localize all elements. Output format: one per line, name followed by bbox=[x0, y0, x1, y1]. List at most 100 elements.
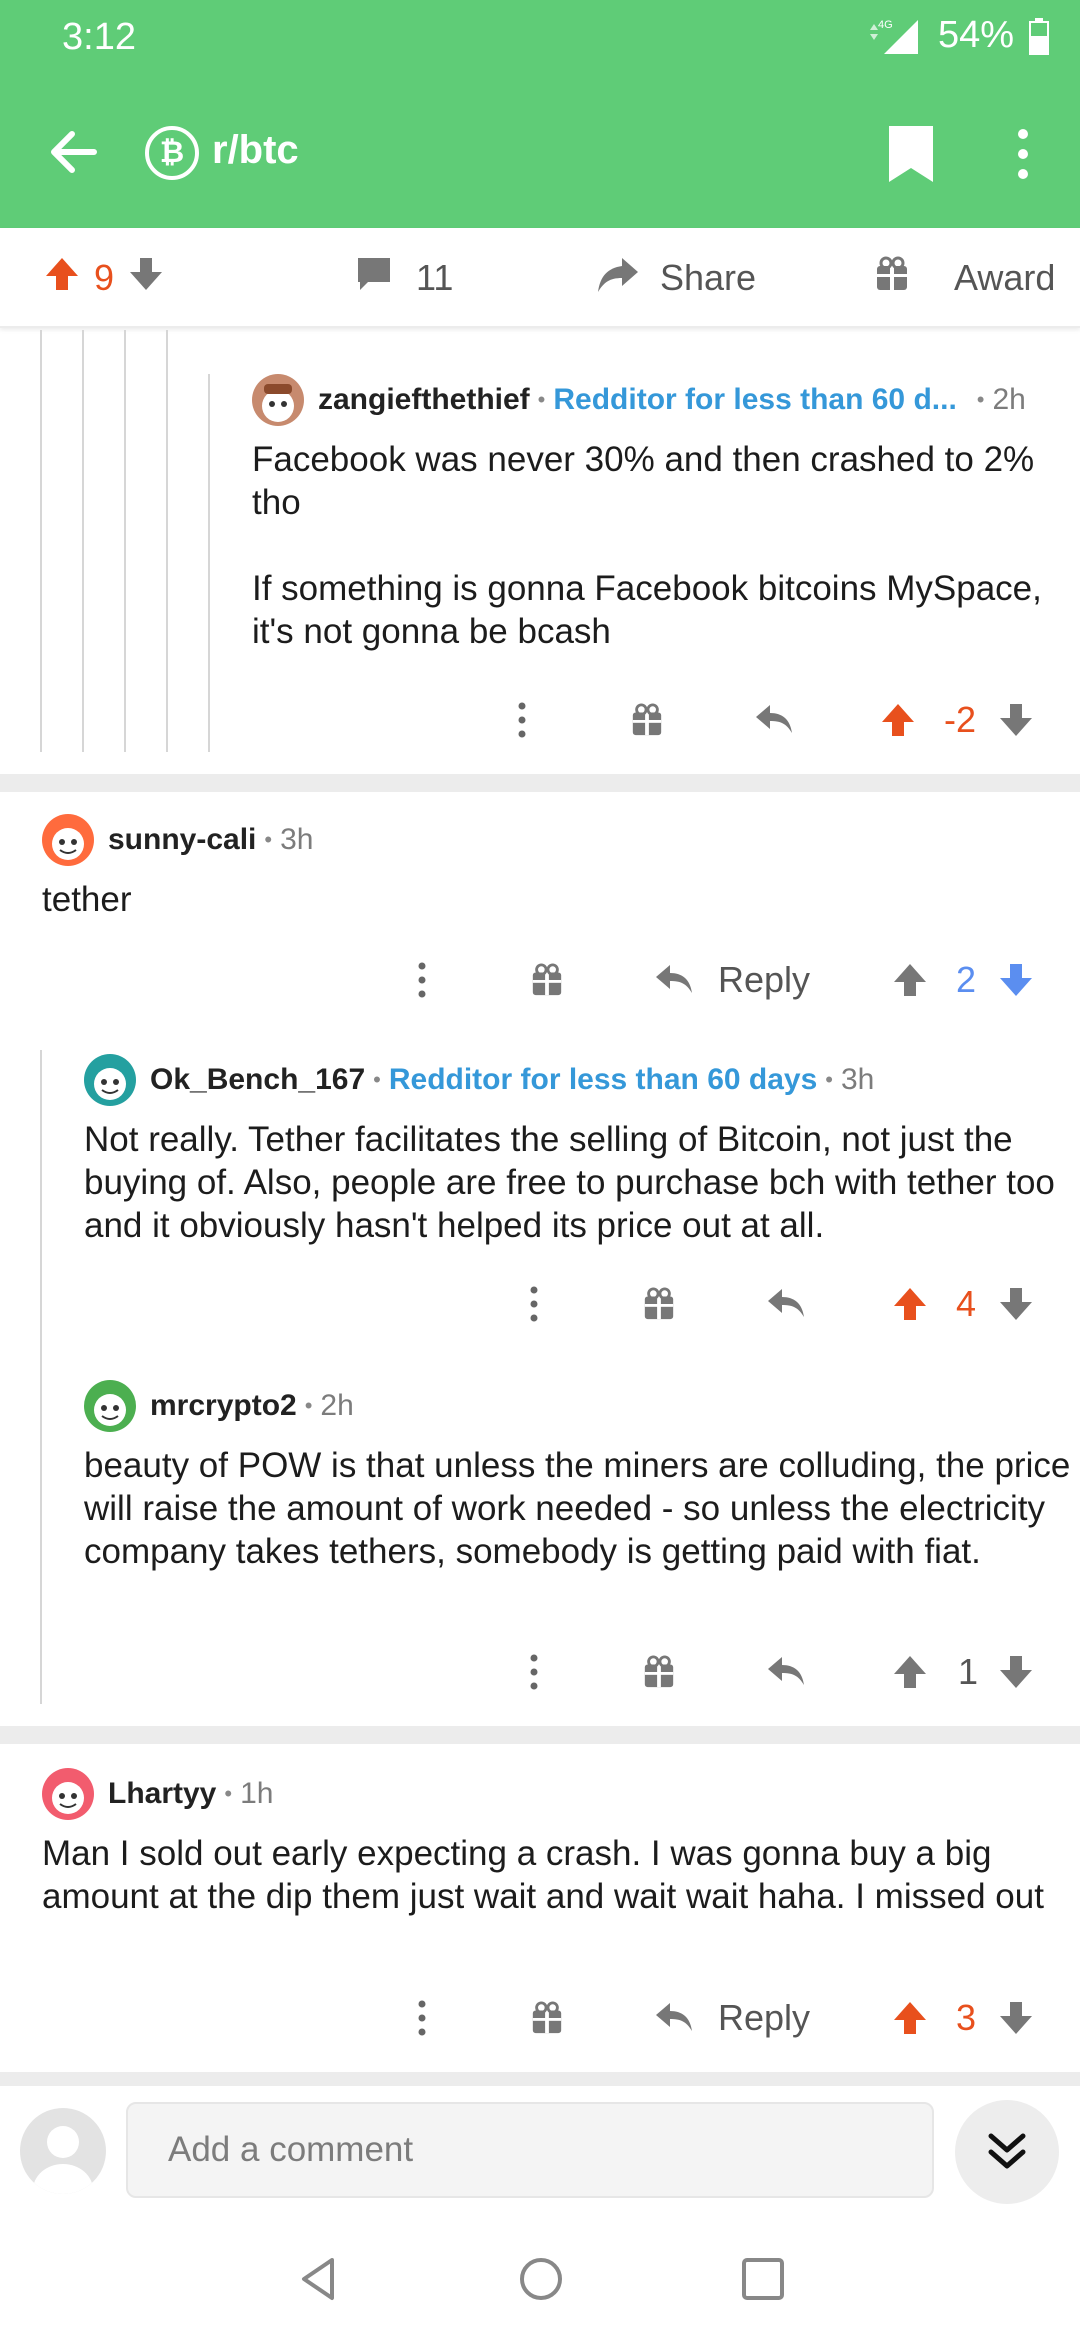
avatar[interactable] bbox=[42, 814, 94, 866]
comment: sunny-cali • 3h tether bbox=[42, 814, 1052, 921]
thread-separator bbox=[0, 1726, 1080, 1744]
comment-score: 2 bbox=[956, 959, 977, 1000]
comment-actions: 1 bbox=[0, 1642, 1080, 1702]
separator-dot: • bbox=[976, 387, 985, 412]
nav-recents-icon[interactable] bbox=[740, 2256, 786, 2302]
post-score: 9 bbox=[94, 257, 115, 298]
comment-actions: Reply 2 bbox=[0, 950, 1080, 1010]
gift-icon[interactable] bbox=[642, 1274, 676, 1334]
gift-icon[interactable] bbox=[642, 1642, 676, 1702]
comment-paragraph: Man I sold out early expecting a crash. … bbox=[42, 1834, 1044, 1916]
user-avatar[interactable] bbox=[20, 2108, 106, 2194]
gift-icon[interactable] bbox=[630, 690, 664, 750]
comment-header: Lhartyy • 1h bbox=[42, 1768, 1052, 1820]
comment-header: zangiefthethief • Redditor for less than… bbox=[252, 374, 1072, 426]
network-icon: 4G bbox=[864, 16, 924, 56]
comment-bubble-icon bbox=[354, 254, 394, 303]
upvote-icon[interactable] bbox=[44, 256, 80, 301]
downvote-icon[interactable] bbox=[998, 1642, 1034, 1702]
subreddit-name[interactable]: r/btc bbox=[212, 128, 299, 173]
status-time: 3:12 bbox=[62, 16, 136, 58]
status-icons: 4G 54% bbox=[864, 14, 1050, 57]
separator-dot: • bbox=[264, 827, 273, 852]
comment-age: 1h bbox=[240, 1777, 274, 1810]
separator-dot: • bbox=[373, 1067, 381, 1092]
reply-button[interactable]: Reply bbox=[654, 950, 810, 1010]
comment-body: tether bbox=[42, 878, 1052, 921]
avatar[interactable] bbox=[84, 1380, 136, 1432]
downvote-icon[interactable] bbox=[128, 256, 164, 301]
comment-score: -2 bbox=[944, 699, 977, 740]
separator-dot: • bbox=[224, 1781, 233, 1806]
username[interactable]: mrcrypto2 bbox=[150, 1389, 297, 1423]
scroll-down-button[interactable] bbox=[955, 2100, 1059, 2204]
battery-icon bbox=[1028, 16, 1050, 56]
more-options-icon[interactable] bbox=[504, 690, 540, 750]
downvote-icon[interactable] bbox=[998, 950, 1034, 1010]
thread-line bbox=[40, 330, 42, 752]
reply-button[interactable]: Reply bbox=[654, 1988, 810, 2048]
battery-level: 54% bbox=[937, 14, 1014, 56]
more-options-icon[interactable] bbox=[516, 1274, 552, 1334]
username[interactable]: sunny-cali bbox=[108, 823, 256, 857]
more-options-icon[interactable] bbox=[404, 950, 440, 1010]
gift-icon[interactable] bbox=[530, 950, 564, 1010]
subreddit-icon[interactable]: ₿ bbox=[145, 126, 199, 180]
comment-actions: Reply 3 bbox=[0, 1988, 1080, 2048]
gift-icon bbox=[874, 256, 910, 301]
comment-header: mrcrypto2 • 2h bbox=[84, 1380, 1074, 1432]
comment-paragraph: Not really. Tether facilitates the selli… bbox=[84, 1120, 1055, 1245]
downvote-icon[interactable] bbox=[998, 1988, 1034, 2048]
thread-separator bbox=[0, 774, 1080, 792]
upvote-icon[interactable] bbox=[892, 1988, 928, 2048]
comment-age: 3h bbox=[841, 1063, 875, 1096]
reply-icon bbox=[656, 965, 692, 993]
comment-header: Ok_Bench_167 • Redditor for less than 60… bbox=[84, 1054, 1064, 1106]
share-icon bbox=[596, 254, 640, 303]
comment-header: sunny-cali • 3h bbox=[42, 814, 1052, 866]
comment-age: 2h bbox=[992, 383, 1026, 416]
upvote-icon[interactable] bbox=[892, 1274, 928, 1334]
avatar[interactable] bbox=[252, 374, 304, 426]
award-label: Award bbox=[954, 257, 1056, 298]
upvote-icon[interactable] bbox=[892, 950, 928, 1010]
upvote-icon[interactable] bbox=[892, 1642, 928, 1702]
avatar[interactable] bbox=[42, 1768, 94, 1820]
username[interactable]: Lhartyy bbox=[108, 1777, 216, 1811]
username[interactable]: zangiefthethief bbox=[318, 383, 530, 417]
downvote-icon[interactable] bbox=[998, 1274, 1034, 1334]
system-nav-bar bbox=[0, 2216, 1080, 2340]
reply-icon bbox=[656, 2003, 692, 2031]
share-button[interactable]: Share bbox=[596, 228, 756, 328]
add-comment-input[interactable]: Add a comment bbox=[126, 2102, 934, 2198]
comment-score: 3 bbox=[956, 1997, 977, 2038]
more-options-icon[interactable] bbox=[404, 1988, 440, 2048]
nav-back-icon[interactable] bbox=[296, 2256, 342, 2302]
more-options-icon[interactable] bbox=[516, 1642, 552, 1702]
reply-icon[interactable] bbox=[766, 1642, 806, 1702]
comment-body: Man I sold out early expecting a crash. … bbox=[42, 1832, 1052, 1918]
reply-icon[interactable] bbox=[754, 690, 794, 750]
downvote-icon[interactable] bbox=[998, 690, 1034, 750]
thread-separator bbox=[0, 2072, 1080, 2086]
thread-line bbox=[40, 1050, 42, 1704]
username[interactable]: Ok_Bench_167 bbox=[150, 1063, 365, 1097]
comment-score: 4 bbox=[956, 1283, 977, 1324]
comment-actions: 4 bbox=[0, 1274, 1080, 1334]
avatar[interactable] bbox=[84, 1054, 136, 1106]
separator-dot: • bbox=[304, 1393, 313, 1418]
comments-button[interactable]: 11 bbox=[354, 228, 453, 328]
comment: Ok_Bench_167 • Redditor for less than 60… bbox=[84, 1054, 1064, 1247]
share-label: Share bbox=[660, 257, 757, 298]
reply-icon[interactable] bbox=[766, 1274, 806, 1334]
nav-home-icon[interactable] bbox=[518, 2256, 564, 2302]
comment-paragraph: tether bbox=[42, 880, 132, 919]
post-action-bar: 9 11 Share Award bbox=[0, 228, 1080, 328]
more-options-icon[interactable] bbox=[1005, 124, 1041, 184]
app-bar: 3:12 4G 54% ₿ r/btc bbox=[0, 0, 1080, 228]
bookmark-icon[interactable] bbox=[885, 124, 937, 184]
award-button[interactable]: Award bbox=[874, 228, 1055, 328]
back-arrow-icon[interactable] bbox=[44, 122, 104, 182]
upvote-icon[interactable] bbox=[880, 690, 916, 750]
gift-icon[interactable] bbox=[530, 1988, 564, 2048]
